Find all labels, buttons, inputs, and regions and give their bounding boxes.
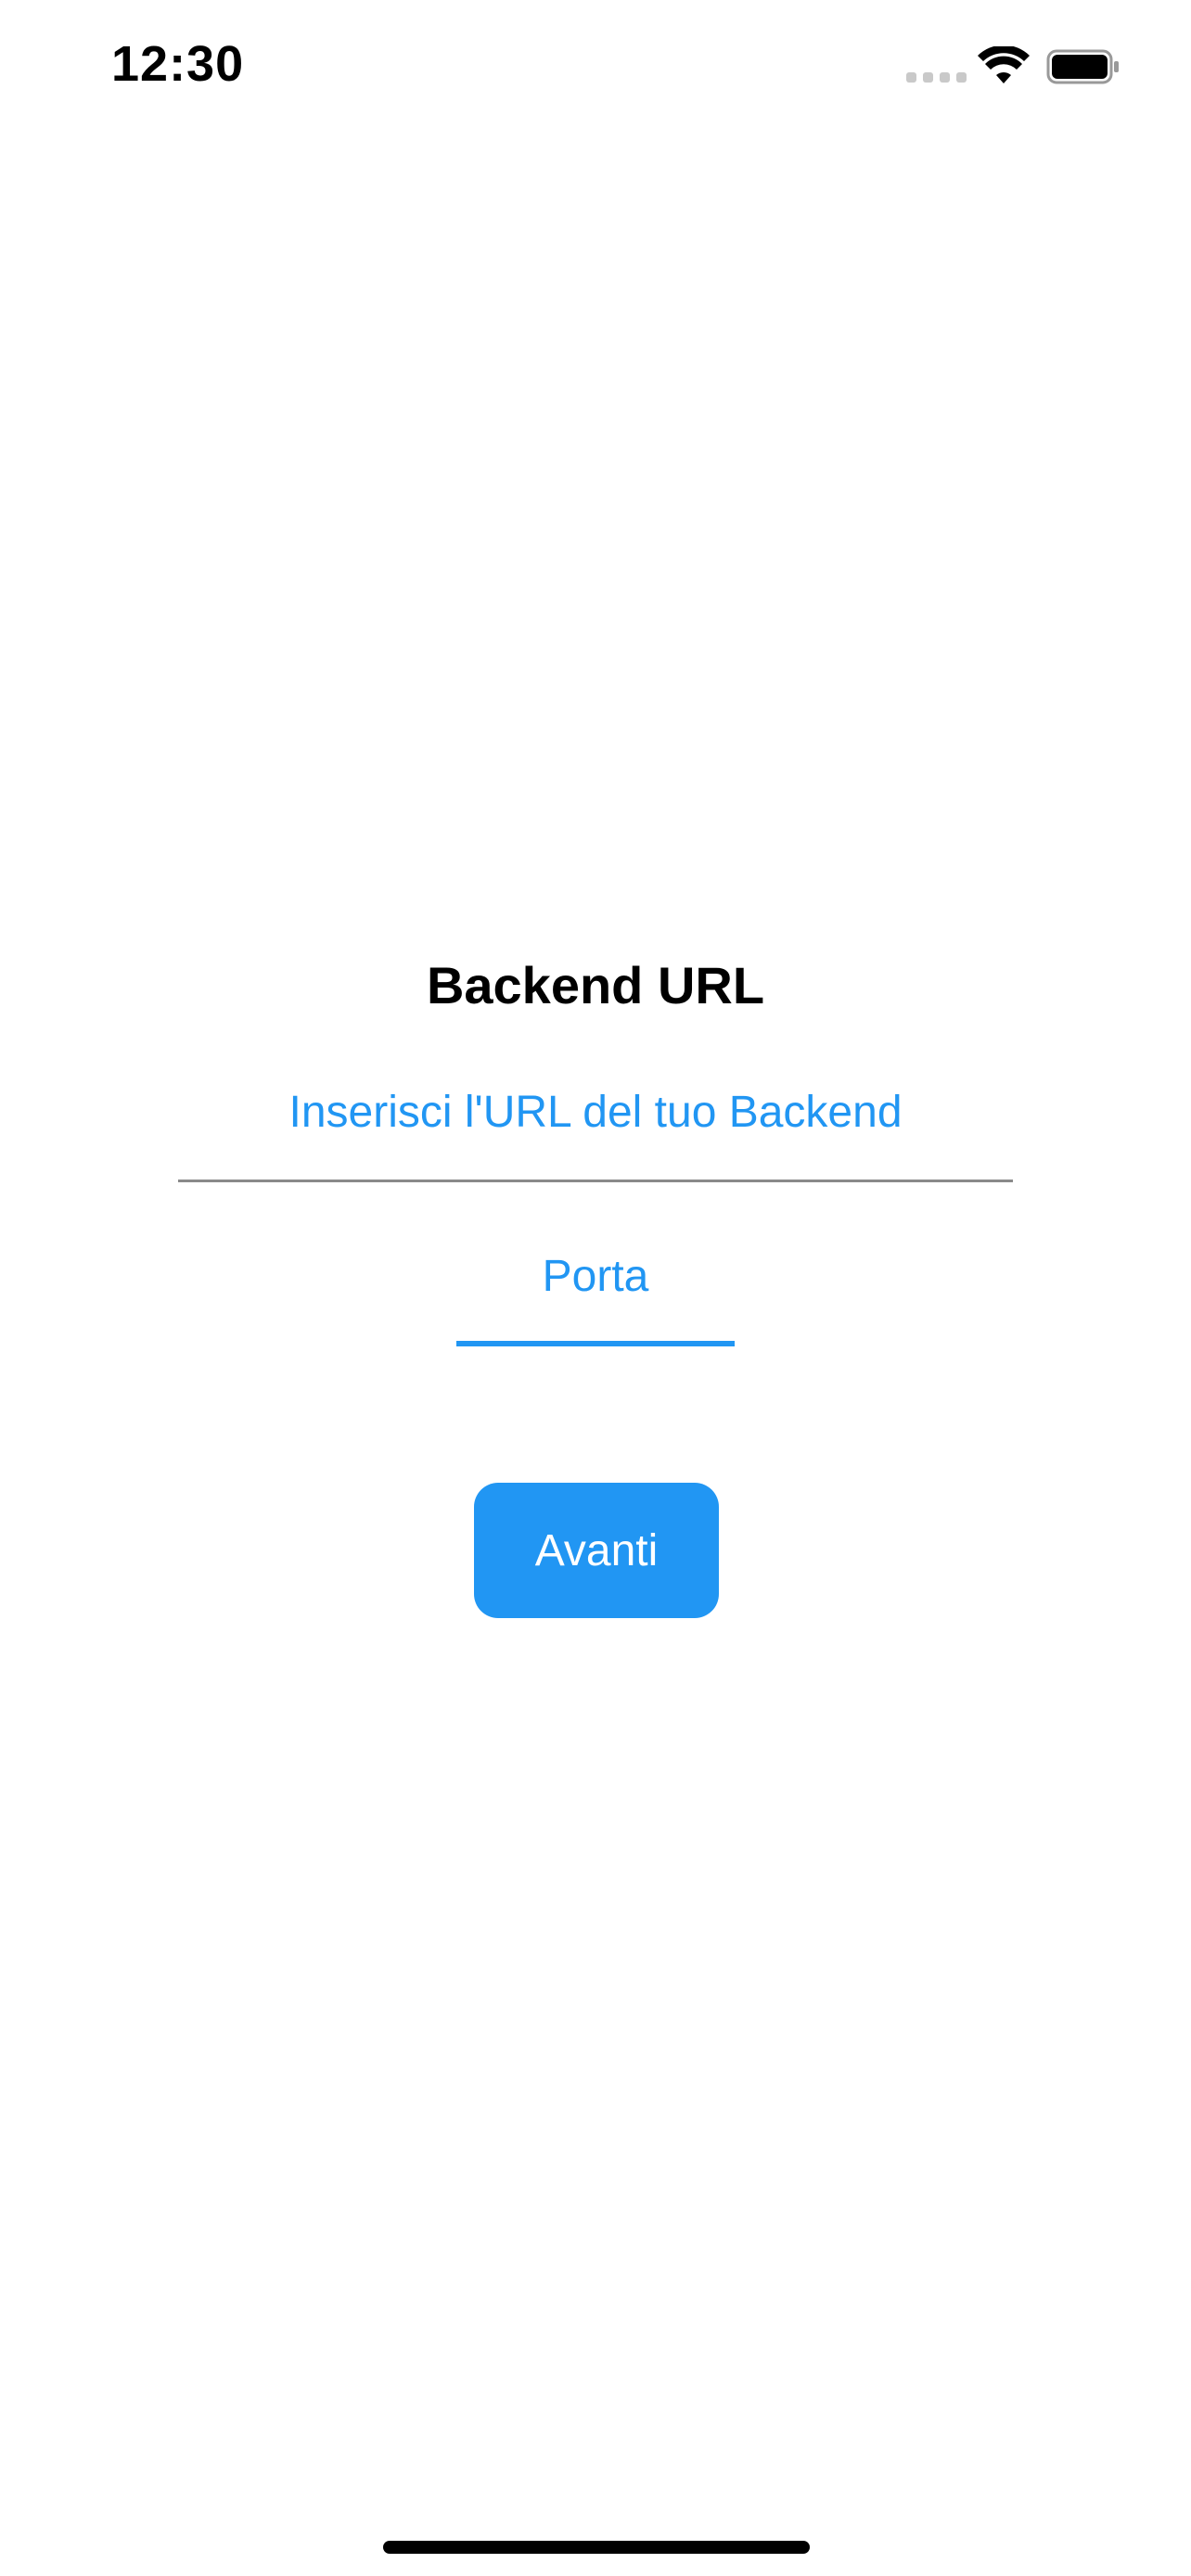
home-indicator[interactable]: [383, 2541, 810, 2554]
port-placeholder: Porta: [542, 1252, 649, 1301]
next-button[interactable]: Avanti: [474, 1483, 719, 1618]
battery-icon: [1046, 49, 1119, 84]
backend-url-placeholder: Inserisci l'URL del tuo Backend: [288, 1088, 903, 1137]
page-title: Backend URL: [426, 956, 765, 1014]
wifi-icon: [978, 46, 1030, 83]
port-field[interactable]: Porta: [456, 1238, 735, 1346]
backend-url-field[interactable]: Inserisci l'URL del tuo Backend: [178, 1076, 1013, 1182]
status-bar: 12:30: [0, 0, 1191, 139]
cellular-signal-icon: [906, 72, 967, 83]
status-time: 12:30: [111, 36, 245, 92]
